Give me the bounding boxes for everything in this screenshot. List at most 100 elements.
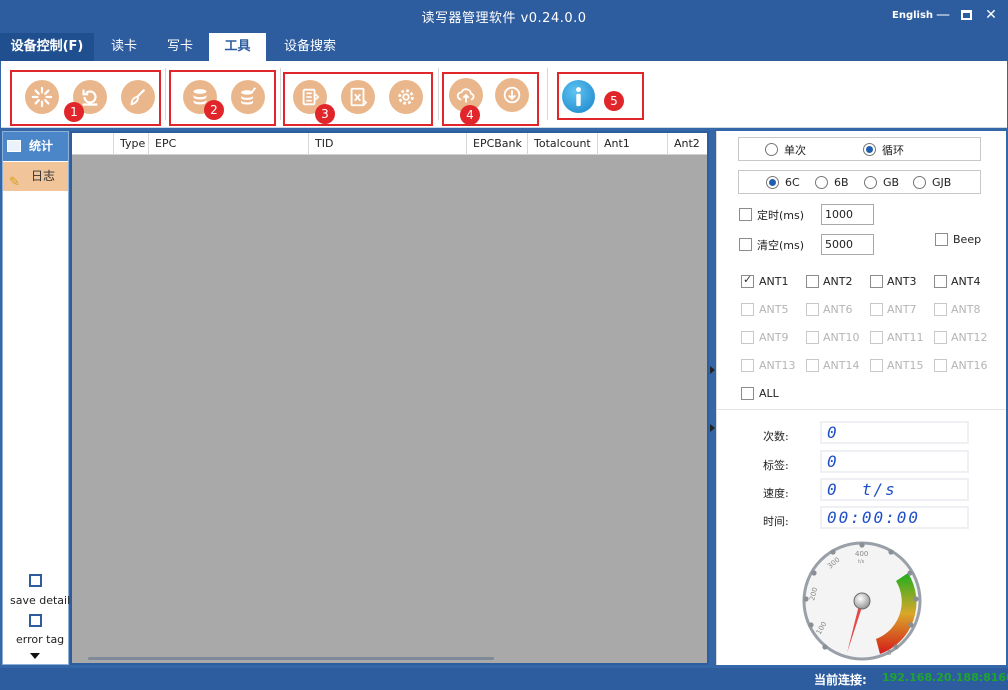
ant9-checkbox[interactable] [741, 331, 754, 344]
ant14-checkbox[interactable] [806, 359, 819, 372]
group-badge-4: 4 [460, 105, 480, 125]
ant10-checkbox[interactable] [806, 331, 819, 344]
window-icon [7, 140, 21, 152]
download-button[interactable] [495, 78, 529, 112]
minimize-icon[interactable]: — [935, 7, 951, 23]
ant5-label: ANT5 [759, 303, 789, 316]
error-tag-checkbox[interactable] [29, 614, 42, 627]
timer-input[interactable]: 1000 [821, 204, 874, 225]
maximize-icon[interactable] [959, 7, 975, 23]
settings-panel: 单次 循环 6C 6B GB GJB 定时(ms) 1000 清空(ms) 50… [716, 131, 1006, 665]
protocol-6b-label: 6B [834, 176, 849, 189]
protocol-group: 6C 6B GB GJB [738, 170, 981, 194]
timer-checkbox[interactable] [739, 208, 752, 221]
column-header-ant2[interactable]: Ant2 [667, 133, 707, 155]
all-antennas-label: ALL [759, 387, 779, 400]
document-icon [302, 88, 320, 106]
ant16-checkbox[interactable] [934, 359, 947, 372]
menu-bar: 设备控制(F) 读卡 写卡 工具 设备搜索 [0, 33, 1008, 61]
clear-label: 清空(ms) [757, 239, 805, 252]
mode-single-radio[interactable] [765, 143, 778, 156]
nav-item-log[interactable]: ✎ 日志 [3, 162, 68, 191]
clear-input[interactable]: 5000 [821, 234, 874, 255]
left-nav: 统计 ✎ 日志 save detail error tag [2, 131, 71, 665]
ant12-checkbox[interactable] [934, 331, 947, 344]
ant2-label: ANT2 [823, 275, 853, 288]
clear-checkbox[interactable] [739, 238, 752, 251]
download-icon [503, 86, 521, 104]
gear-icon [398, 89, 414, 105]
column-header-tid[interactable]: TID [308, 133, 466, 155]
pencil-icon: ✎ [9, 175, 20, 190]
database-edit-button[interactable] [231, 80, 265, 114]
ant8-label: ANT8 [951, 303, 981, 316]
export-button[interactable] [341, 80, 375, 114]
ant3-label: ANT3 [887, 275, 917, 288]
expand-arrow-icon[interactable] [30, 653, 40, 659]
all-antennas-checkbox[interactable] [741, 387, 754, 400]
tag-table[interactable]: Type EPC TID EPCBank Totalcount Ant1 Ant… [70, 131, 709, 665]
database-edit-icon [241, 87, 257, 105]
tab-device-control[interactable]: 设备控制(F) [0, 33, 94, 61]
column-header-ant1[interactable]: Ant1 [597, 133, 667, 155]
language-switch[interactable]: English [892, 10, 933, 21]
column-header-totalcount[interactable]: Totalcount [527, 133, 597, 155]
ant13-checkbox[interactable] [741, 359, 754, 372]
about-button[interactable] [562, 80, 595, 113]
toolbar-group-2: 2 [169, 70, 276, 126]
protocol-6c-radio[interactable] [766, 176, 779, 189]
horizontal-scrollbar[interactable] [88, 657, 494, 660]
connection-label: 当前连接: [814, 673, 867, 687]
ant6-label: ANT6 [823, 303, 853, 316]
nav-item-label: 日志 [31, 169, 56, 183]
ant6-checkbox[interactable] [806, 303, 819, 316]
ant5-checkbox[interactable] [741, 303, 754, 316]
nav-item-stats[interactable]: 统计 [3, 132, 68, 161]
toolbar-group-3: 3 [283, 72, 433, 126]
group-badge-3: 3 [315, 104, 335, 124]
clean-button[interactable] [121, 80, 155, 114]
ant14-label: ANT14 [823, 359, 860, 372]
gauge-tick-label: 400 [855, 550, 868, 558]
tab-device-search[interactable]: 设备搜索 [272, 33, 348, 61]
ant7-checkbox[interactable] [870, 303, 883, 316]
ant11-checkbox[interactable] [870, 331, 883, 344]
ant15-checkbox[interactable] [870, 359, 883, 372]
ant4-checkbox[interactable] [934, 275, 947, 288]
column-header-epcbank[interactable]: EPCBank [466, 133, 527, 155]
protocol-gb-radio[interactable] [864, 176, 877, 189]
count-label: 次数: [763, 430, 789, 443]
column-header-index [72, 133, 113, 155]
ant13-label: ANT13 [759, 359, 796, 372]
title-bar: 读写器管理软件 v0.24.0.0 English — ✕ [0, 0, 1008, 33]
ant8-checkbox[interactable] [934, 303, 947, 316]
window-title: 读写器管理软件 v0.24.0.0 [421, 11, 587, 26]
ant2-checkbox[interactable] [806, 275, 819, 288]
protocol-6b-radio[interactable] [815, 176, 828, 189]
ant16-label: ANT16 [951, 359, 988, 372]
group-badge-1: 1 [64, 102, 84, 122]
save-detail-checkbox[interactable] [29, 574, 42, 587]
settings-button[interactable] [389, 80, 423, 114]
splitter-arrow-icon[interactable] [710, 424, 715, 432]
refresh-icon [82, 89, 98, 106]
tab-tools[interactable]: 工具 [209, 33, 266, 61]
mode-loop-radio[interactable] [863, 143, 876, 156]
beep-checkbox[interactable] [935, 233, 948, 246]
ant3-checkbox[interactable] [870, 275, 883, 288]
toolbar-group-4: 4 [442, 72, 539, 126]
splitter-arrow-icon[interactable] [710, 366, 715, 374]
group-badge-5: 5 [604, 91, 624, 111]
connect-button[interactable] [25, 80, 59, 114]
ant1-checkbox[interactable]: ✓ [741, 273, 754, 288]
save-detail-label: save detail [10, 594, 71, 607]
tab-write-card[interactable]: 写卡 [154, 33, 206, 61]
check-icon: ✓ [743, 273, 753, 286]
loader-icon [31, 86, 53, 108]
tab-read-card[interactable]: 读卡 [100, 33, 148, 61]
column-header-type[interactable]: Type [113, 133, 148, 155]
column-header-epc[interactable]: EPC [148, 133, 308, 155]
table-header: Type EPC TID EPCBank Totalcount Ant1 Ant… [72, 133, 707, 155]
protocol-gjb-radio[interactable] [913, 176, 926, 189]
close-icon[interactable]: ✕ [983, 7, 999, 23]
